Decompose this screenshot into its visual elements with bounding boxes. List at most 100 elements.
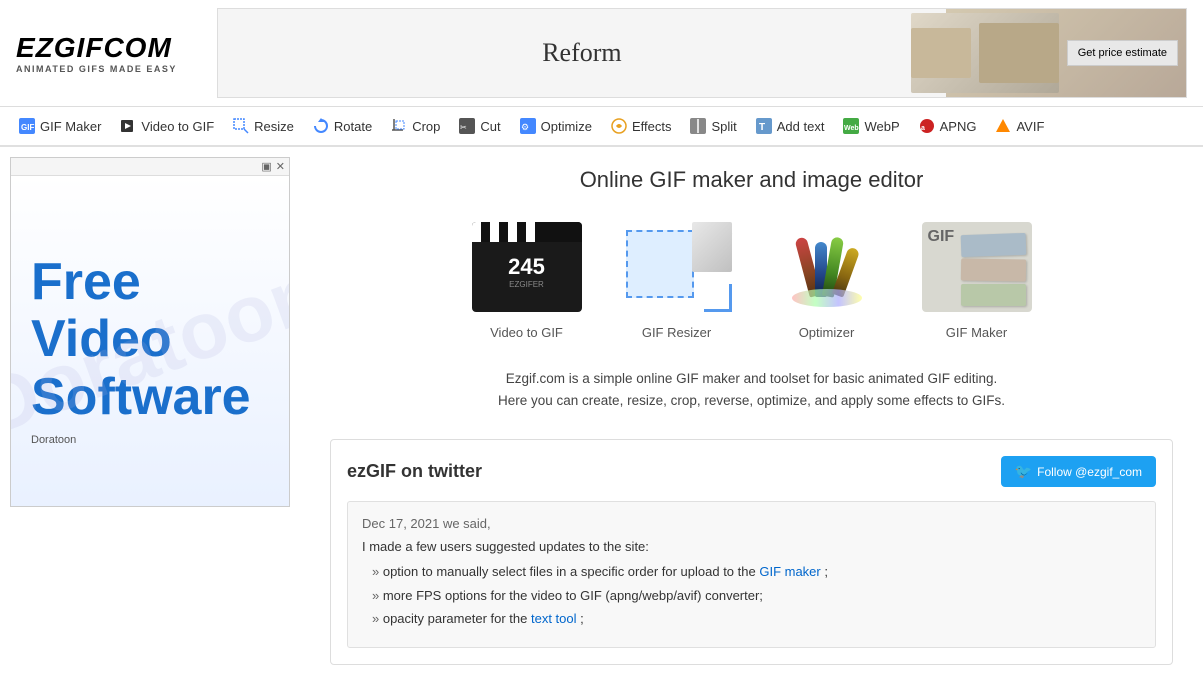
follow-btn-label: Follow @ezgif_com: [1037, 465, 1142, 479]
logo[interactable]: EZGIFCOM ANIMATED GIFS MADE EASY: [16, 32, 177, 74]
svg-text:✂: ✂: [460, 123, 467, 132]
feature-video-to-gif[interactable]: 245 EZGIFER Video to GIF: [467, 217, 587, 340]
nav-item-split[interactable]: Split: [681, 107, 744, 145]
site-header: EZGIFCOM ANIMATED GIFS MADE EASY Reform …: [0, 0, 1203, 107]
nav-label-gif-maker: GIF Maker: [40, 119, 101, 134]
nav-item-gif-maker[interactable]: GIF GIF Maker: [10, 107, 109, 145]
svg-text:GIF: GIF: [21, 123, 34, 132]
feature-gif-resizer[interactable]: GIF Resizer: [617, 217, 737, 340]
sidebar-ad: ▣ ✕ Doratoon Free Video Software Doratoo…: [10, 157, 290, 507]
nav-label-resize: Resize: [254, 119, 294, 134]
nav-item-add-text[interactable]: T Add text: [747, 107, 833, 145]
nav-label-optimize: Optimize: [541, 119, 592, 134]
nav-label-add-text: Add text: [777, 119, 825, 134]
main-nav: GIF GIF Maker Video to GIF Resize Rotate…: [0, 107, 1203, 147]
tweet-list-item: option to manually select files in a spe…: [372, 562, 1141, 582]
nav-label-effects: Effects: [632, 119, 672, 134]
nav-label-cut: Cut: [480, 119, 500, 134]
apng-icon: a: [918, 117, 936, 135]
nav-item-avif[interactable]: AVIF: [986, 107, 1052, 145]
feature-label-optimizer: Optimizer: [799, 325, 855, 340]
nav-item-resize[interactable]: Resize: [224, 107, 302, 145]
feature-optimizer[interactable]: Optimizer: [767, 217, 887, 340]
video-to-gif-icon-box: 245 EZGIFER: [467, 217, 587, 317]
ad-free-text: Free Video Software: [31, 254, 251, 426]
nav-item-cut[interactable]: ✂ Cut: [450, 107, 508, 145]
tweet-item-suffix-1: ;: [824, 564, 828, 579]
ad-image: Get price estimate: [946, 9, 1186, 97]
tweet-list-item: more FPS options for the video to GIF (a…: [372, 586, 1141, 606]
twitter-title: ezGIF on twitter: [347, 461, 482, 482]
nav-label-avif: AVIF: [1016, 119, 1044, 134]
twitter-section: ezGIF on twitter 🐦 Follow @ezgif_com Dec…: [330, 439, 1173, 665]
feature-gif-maker[interactable]: GIF GIF Maker: [917, 217, 1037, 340]
rotate-icon: [312, 117, 330, 135]
gif-maker-icon: GIF: [18, 117, 36, 135]
description-line1: Ezgif.com is a simple online GIF maker a…: [330, 368, 1173, 390]
ad-line2: Video: [31, 311, 251, 368]
nav-item-video-to-gif[interactable]: Video to GIF: [111, 107, 222, 145]
header-ad-banner: Reform Get price estimate: [217, 8, 1187, 98]
nav-item-webp[interactable]: WebP WebP: [834, 107, 907, 145]
ad-sponsor: Doratoon: [31, 434, 76, 446]
ad-cta-button[interactable]: Get price estimate: [1067, 40, 1178, 66]
tweet-item-suffix-3: ;: [580, 611, 584, 626]
tweet-item-text-2: more FPS options for the video to GIF (a…: [383, 588, 763, 603]
text-icon: T: [755, 117, 773, 135]
tweet-link-gif-maker[interactable]: GIF maker: [759, 564, 820, 579]
sidebar-ad-inner: Doratoon Free Video Software Doratoon: [11, 176, 289, 507]
svg-text:WebP: WebP: [844, 125, 859, 132]
crop-icon: [390, 117, 408, 135]
nav-label-split: Split: [711, 119, 736, 134]
resize-icon: [232, 117, 250, 135]
nav-item-rotate[interactable]: Rotate: [304, 107, 380, 145]
tweet-link-text-tool[interactable]: text tool: [531, 611, 577, 626]
main-area: ▣ ✕ Doratoon Free Video Software Doratoo…: [0, 147, 1203, 685]
twitter-header: ezGIF on twitter 🐦 Follow @ezgif_com: [347, 456, 1156, 487]
tweet-intro: I made a few users suggested updates to …: [362, 539, 1141, 554]
follow-twitter-button[interactable]: 🐦 Follow @ezgif_com: [1001, 456, 1156, 487]
ad-close-btn[interactable]: ▣: [261, 160, 271, 173]
ad-text: Reform: [218, 38, 946, 68]
ad-line1: Free: [31, 254, 251, 311]
nav-label-rotate: Rotate: [334, 119, 372, 134]
logo-tagline: ANIMATED GIFS MADE EASY: [16, 64, 177, 74]
gif-maker-icon-box: GIF: [917, 217, 1037, 317]
nav-label-video-to-gif: Video to GIF: [141, 119, 214, 134]
sidebar: ▣ ✕ Doratoon Free Video Software Doratoo…: [0, 147, 300, 685]
optimize-icon: ⚙: [519, 117, 537, 135]
nav-item-effects[interactable]: Effects: [602, 107, 680, 145]
split-icon: [689, 117, 707, 135]
feature-label-gif-maker: GIF Maker: [946, 325, 1007, 340]
description-line2: Here you can create, resize, crop, rever…: [330, 390, 1173, 412]
twitter-bird-icon: 🐦: [1015, 463, 1032, 480]
ad-x-btn[interactable]: ✕: [276, 160, 285, 173]
nav-item-crop[interactable]: Crop: [382, 107, 448, 145]
tweet-item-text-3: opacity parameter for the: [383, 611, 531, 626]
tweet-list-item: opacity parameter for the text tool ;: [372, 609, 1141, 629]
nav-item-apng[interactable]: a APNG: [910, 107, 985, 145]
main-content: Online GIF maker and image editor: [300, 147, 1203, 685]
svg-text:T: T: [759, 122, 765, 133]
tweet-list: option to manually select files in a spe…: [362, 562, 1141, 629]
avif-icon: [994, 117, 1012, 135]
effects-icon: [610, 117, 628, 135]
tweet-item-text-1: option to manually select files in a spe…: [383, 564, 760, 579]
nav-label-crop: Crop: [412, 119, 440, 134]
feature-label-gif-resizer: GIF Resizer: [642, 325, 711, 340]
tweet-date: Dec 17, 2021 we said,: [362, 516, 1141, 531]
nav-item-optimize[interactable]: ⚙ Optimize: [511, 107, 600, 145]
cut-icon: ✂: [458, 117, 476, 135]
gif-resizer-icon-box: [617, 217, 737, 317]
svg-text:⚙: ⚙: [521, 122, 529, 132]
feature-label-video-to-gif: Video to GIF: [490, 325, 563, 340]
nav-label-webp: WebP: [864, 119, 899, 134]
optimizer-icon-box: [767, 217, 887, 317]
nav-label-apng: APNG: [940, 119, 977, 134]
page-title: Online GIF maker and image editor: [330, 167, 1173, 193]
description: Ezgif.com is a simple online GIF maker a…: [330, 368, 1173, 411]
ad-close-bar: ▣ ✕: [11, 158, 289, 176]
tweet-box: Dec 17, 2021 we said, I made a few users…: [347, 501, 1156, 648]
logo-text: EZGIFCOM: [16, 32, 177, 64]
ad-line3: Software: [31, 369, 251, 426]
